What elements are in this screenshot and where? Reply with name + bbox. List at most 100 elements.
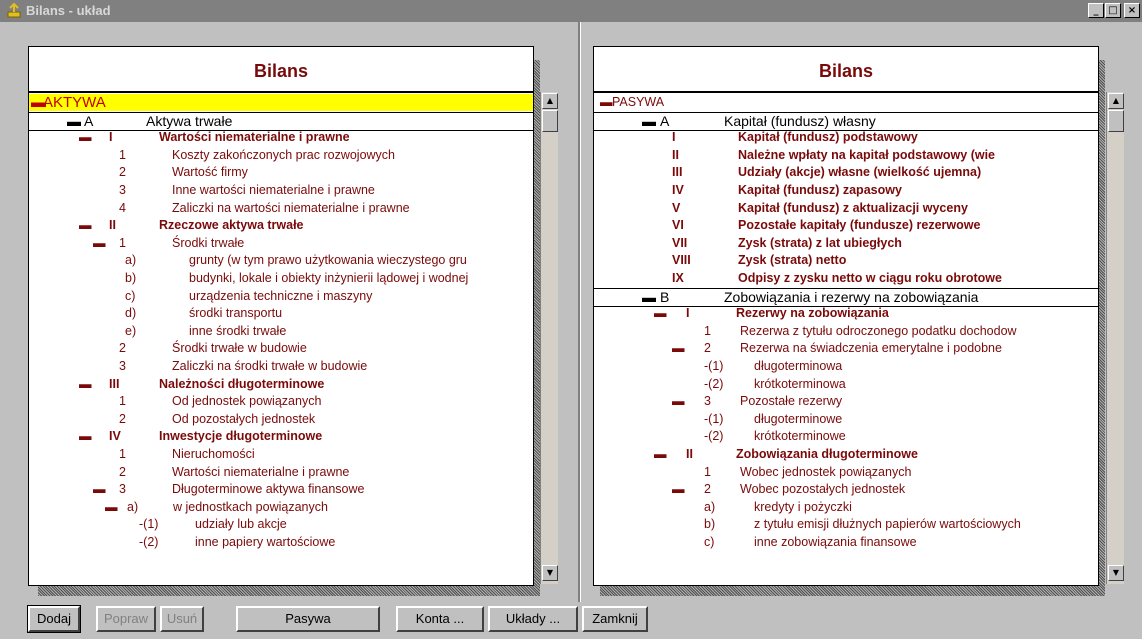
- collapse-minus-icon[interactable]: ▬: [672, 340, 685, 357]
- left-tree-row[interactable]: ▬ II Rzeczowe aktywa trwałe: [29, 217, 533, 234]
- usun-button[interactable]: Usuń: [160, 606, 204, 632]
- dodaj-button[interactable]: Dodaj: [27, 605, 81, 633]
- left-tree-row[interactable]: ▬ IV Inwestycje długoterminowe: [29, 428, 533, 445]
- row-label: Środki trwałe w budowie: [172, 341, 307, 356]
- right-tree-row[interactable]: 1 Wobec jednostek powiązanych: [594, 464, 1098, 481]
- row-number: III: [672, 165, 683, 180]
- left-tree-row[interactable]: e) inne środki trwałe: [29, 323, 533, 340]
- left-tree-row[interactable]: 2 Środki trwałe w budowie: [29, 340, 533, 357]
- collapse-minus-icon[interactable]: ▬: [79, 428, 92, 445]
- collapse-minus-icon[interactable]: ▬: [654, 446, 667, 463]
- right-tree-row[interactable]: 1 Rezerwa z tytułu odroczonego podatku do…: [594, 323, 1098, 340]
- scroll-down-arrow-icon[interactable]: ▼: [1108, 565, 1124, 581]
- right-tree-row[interactable]: VII Zysk (strata) z lat ubiegłych: [594, 235, 1098, 252]
- collapse-minus-icon[interactable]: ▬: [642, 113, 656, 130]
- collapse-minus-icon[interactable]: ▬: [79, 376, 92, 393]
- right-tree-row[interactable]: ▬ 2 Rezerwa na świadczenia emerytalne i po…: [594, 340, 1098, 357]
- right-scrollbar[interactable]: ▲ ▼: [1106, 92, 1124, 584]
- popraw-button[interactable]: Popraw: [96, 606, 156, 632]
- right-tree-row[interactable]: -(1) długoterminowa: [594, 358, 1098, 375]
- right-tree-row[interactable]: -(1) długoterminowe: [594, 411, 1098, 428]
- right-tree-row[interactable]: IX Odpisy z zysku netto w ciągu roku obro…: [594, 270, 1098, 287]
- left-tree-row[interactable]: c) urządzenia techniczne i maszyny: [29, 288, 533, 305]
- minimize-button[interactable]: _: [1088, 3, 1104, 18]
- collapse-minus-icon[interactable]: ▬: [672, 393, 685, 410]
- row-label: inne papiery wartościowe: [195, 535, 336, 549]
- row-label: Wartość firmy: [172, 165, 248, 180]
- right-tree-row[interactable]: ▬ II Zobowiązania długoterminowe: [594, 446, 1098, 463]
- konta-button[interactable]: Konta ...: [396, 606, 484, 632]
- left-tree-row[interactable]: ▬ AKTYWA: [29, 94, 533, 111]
- row-number: 3: [704, 394, 711, 409]
- left-tree-row[interactable]: b) budynki, lokale i obiekty inżynierii l…: [29, 270, 533, 287]
- right-tree-row[interactable]: b) z tytułu emisji dłużnych papierów wart…: [594, 516, 1098, 533]
- maximize-button[interactable]: □: [1105, 3, 1121, 18]
- left-tree-row[interactable]: a) grunty (w tym prawo użytkowania wieczy…: [29, 252, 533, 269]
- pasywa-button[interactable]: Pasywa: [236, 606, 380, 632]
- right-tree-row[interactable]: V Kapitał (fundusz) z aktualizacji wyceny: [594, 200, 1098, 217]
- right-tree-row[interactable]: VIII Zysk (strata) netto: [594, 252, 1098, 269]
- zamknij-button[interactable]: Zamknij: [582, 606, 648, 632]
- close-button[interactable]: ×: [1124, 3, 1140, 18]
- collapse-minus-icon[interactable]: ▬: [672, 481, 685, 498]
- right-tree-row[interactable]: ▬ B Zobowiązania i rezerwy na zobowiązania: [594, 287, 1098, 307]
- collapse-minus-icon[interactable]: ▬: [93, 235, 106, 252]
- row-number: 4: [119, 200, 126, 215]
- collapse-minus-icon[interactable]: ▬: [105, 499, 118, 516]
- right-tree-row[interactable]: ▬ PASYWA: [594, 94, 1098, 111]
- right-tree-row[interactable]: ▬ 2 Wobec pozostałych jednostek: [594, 481, 1098, 498]
- left-scrollbar[interactable]: ▲ ▼: [540, 92, 558, 584]
- right-tree-row[interactable]: ▬ 3 Pozostałe rezerwy: [594, 393, 1098, 410]
- right-tree-row[interactable]: ▬ A Kapitał (fundusz) własny: [594, 111, 1098, 131]
- left-tree-row[interactable]: -(2) inne papiery wartościowe: [29, 534, 533, 551]
- uklady-button[interactable]: Układy ...: [488, 606, 578, 632]
- right-tree-row[interactable]: IV Kapitał (fundusz) zapasowy: [594, 182, 1098, 199]
- left-tree-row[interactable]: ▬ a) w jednostkach powiązanych: [29, 499, 533, 516]
- right-tree-row[interactable]: ▬ I Rezerwy na zobowiązania: [594, 305, 1098, 322]
- collapse-minus-icon[interactable]: ▬: [654, 305, 667, 322]
- left-tree-row[interactable]: 1 Od jednostek powiązanych: [29, 393, 533, 410]
- left-tree-row[interactable]: -(1) udziały lub akcje: [29, 516, 533, 533]
- left-tree-row[interactable]: ▬ I Wartości niematerialne i prawne: [29, 129, 533, 146]
- right-tree-row[interactable]: -(2) krótkoterminowe: [594, 428, 1098, 445]
- scroll-up-arrow-icon[interactable]: ▲: [1108, 93, 1124, 109]
- row-number: -(1): [704, 359, 724, 373]
- left-tree-row[interactable]: 3 Inne wartości niematerialne i prawne: [29, 182, 533, 199]
- left-tree-row[interactable]: ▬ 1 Środki trwałe: [29, 235, 533, 252]
- row-number: d): [125, 306, 137, 321]
- right-tree-row[interactable]: -(2) krótkoterminowa: [594, 376, 1098, 393]
- left-tree-row[interactable]: 2 Wartości niematerialne i prawne: [29, 464, 533, 481]
- collapse-minus-icon[interactable]: ▬: [642, 289, 656, 306]
- scroll-down-arrow-icon[interactable]: ▼: [542, 565, 558, 581]
- left-tree-row[interactable]: 2 Wartość firmy: [29, 164, 533, 181]
- scroll-up-arrow-icon[interactable]: ▲: [542, 93, 558, 109]
- pasywa-tree-pane[interactable]: Bilans ▬ PASYWA ▬ A Kapitał (fundusz) własny…: [593, 46, 1099, 586]
- collapse-minus-icon[interactable]: ▬: [79, 129, 92, 146]
- right-scroll-thumb[interactable]: [1108, 110, 1124, 132]
- aktywa-tree-pane[interactable]: Bilans ▬ AKTYWA ▬ A Aktywa trwałe ▬ I Wartości …: [28, 46, 534, 586]
- collapse-minus-icon[interactable]: ▬: [79, 217, 92, 234]
- left-tree-row[interactable]: ▬ A Aktywa trwałe: [29, 111, 533, 131]
- left-tree-row[interactable]: 4 Zaliczki na wartości niematerialne i pr…: [29, 200, 533, 217]
- left-tree-row[interactable]: 2 Od pozostałych jednostek: [29, 411, 533, 428]
- left-tree-row[interactable]: ▬ 3 Długoterminowe aktywa finansowe: [29, 481, 533, 498]
- right-tree-row[interactable]: I Kapitał (fundusz) podstawowy: [594, 129, 1098, 146]
- right-tree-row[interactable]: II Należne wpłaty na kapitał podstawowy (…: [594, 147, 1098, 164]
- left-tree-row[interactable]: 3 Zaliczki na środki trwałe w budowie: [29, 358, 533, 375]
- right-tree-row[interactable]: III Udziały (akcje) własne (wielkość ujem…: [594, 164, 1098, 181]
- left-tree-row[interactable]: d) środki transportu: [29, 305, 533, 322]
- row-label: Wobec pozostałych jednostek: [740, 482, 906, 497]
- collapse-minus-icon[interactable]: ▬: [600, 94, 613, 111]
- left-scroll-thumb[interactable]: [542, 110, 558, 132]
- collapse-minus-icon[interactable]: ▬: [67, 113, 81, 130]
- row-label: środki transportu: [189, 306, 283, 321]
- left-tree-row[interactable]: 1 Nieruchomości: [29, 446, 533, 463]
- left-tree-row[interactable]: ▬ III Należności długoterminowe: [29, 376, 533, 393]
- right-tree-row[interactable]: c) inne zobowiązania finansowe: [594, 534, 1098, 551]
- collapse-minus-icon[interactable]: ▬: [93, 481, 106, 498]
- left-tree-row[interactable]: 1 Koszty zakończonych prac rozwojowych: [29, 147, 533, 164]
- right-tree-row[interactable]: a) kredyty i pożyczki: [594, 499, 1098, 516]
- right-tree-row[interactable]: VI Pozostałe kapitały (fundusze) rezerwow…: [594, 217, 1098, 234]
- row-label: inne środki trwałe: [189, 323, 287, 338]
- right-pane-shadow-bottom: [600, 586, 1105, 596]
